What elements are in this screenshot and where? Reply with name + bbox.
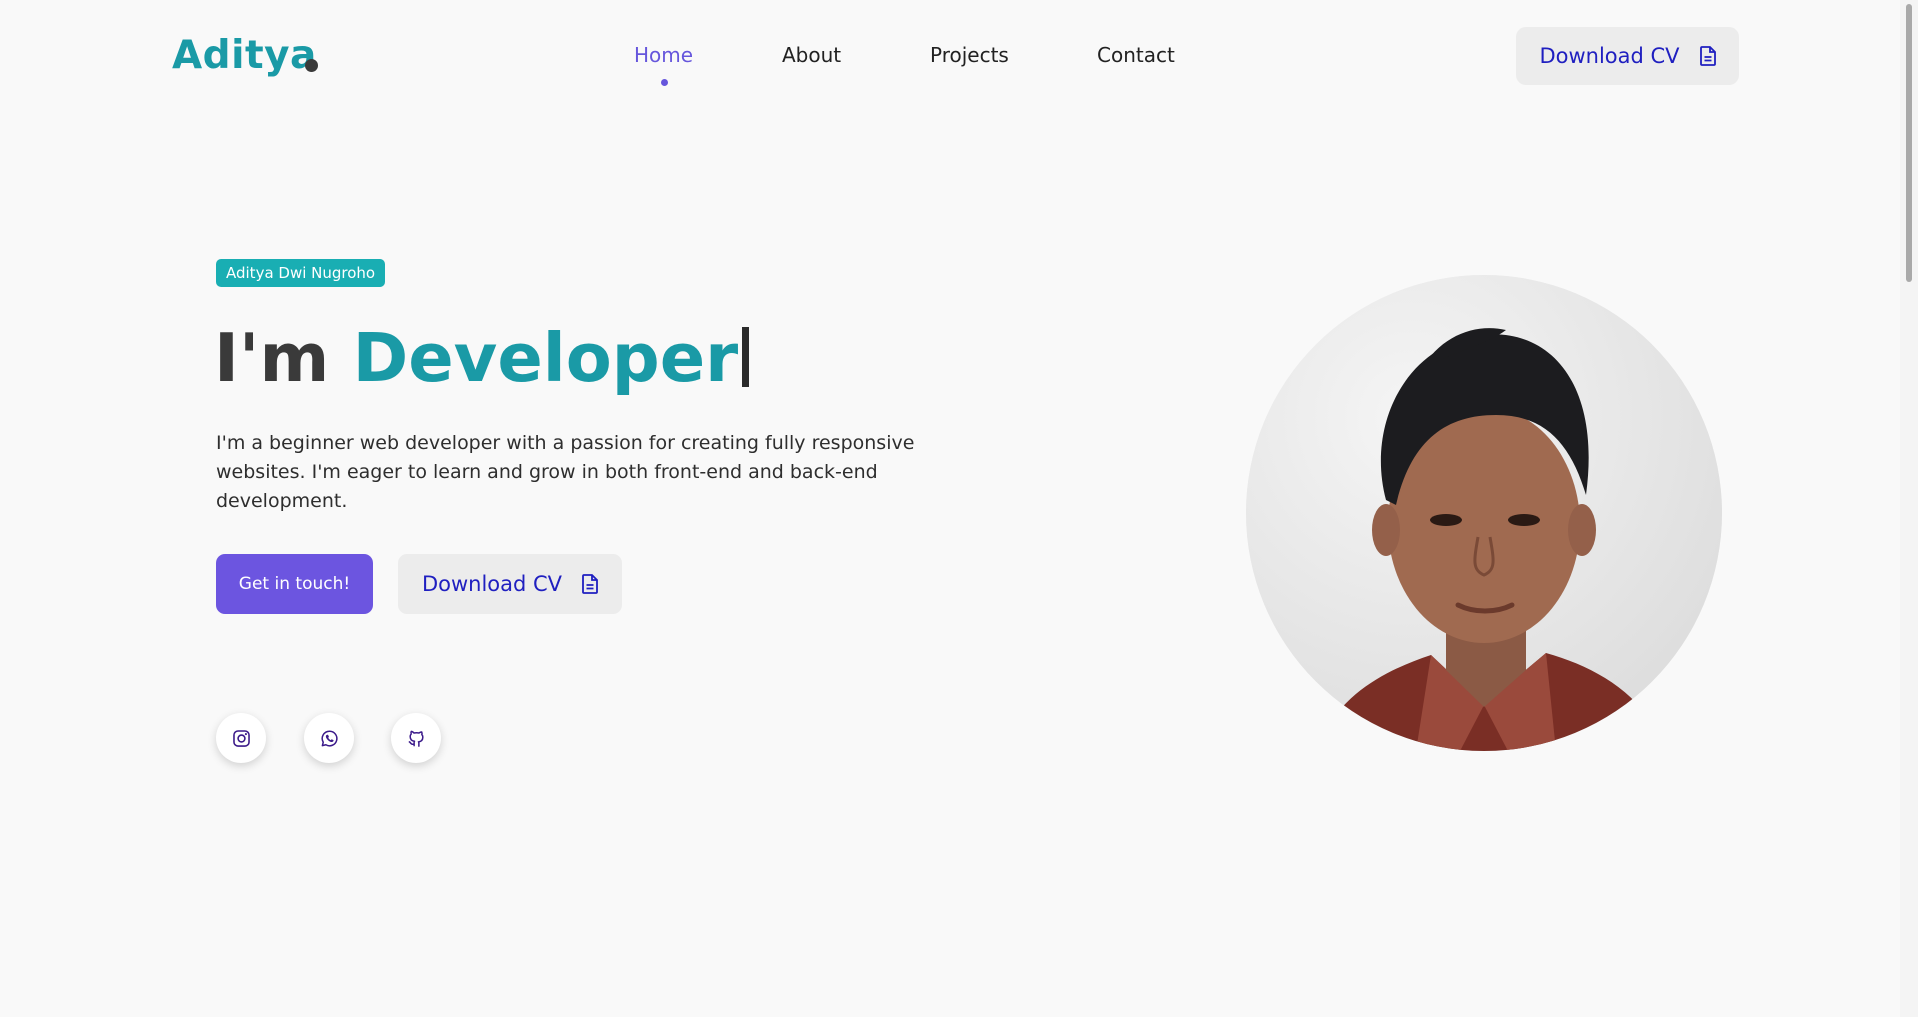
download-cv-label: Download CV (421, 572, 563, 596)
nav-projects[interactable]: Projects (930, 40, 1009, 70)
download-cv-label: Download CV (1539, 44, 1680, 68)
typing-cursor (742, 327, 750, 387)
github-link[interactable] (391, 713, 441, 763)
hero-download-cv-button[interactable]: Download CV (398, 554, 622, 614)
get-in-touch-button[interactable]: Get in touch! (216, 554, 373, 614)
document-icon (1699, 46, 1716, 66)
whatsapp-icon (320, 729, 338, 747)
hero-title: I'm Developer (214, 318, 750, 398)
scrollbar-thumb[interactable] (1906, 4, 1912, 282)
nav-contact[interactable]: Contact (1097, 40, 1175, 70)
profile-photo-illustration (1246, 275, 1722, 751)
hero-title-highlight: Developer (352, 319, 739, 397)
instagram-icon (232, 729, 250, 747)
document-icon (582, 574, 598, 594)
whatsapp-link[interactable] (304, 713, 354, 763)
profile-photo (1246, 275, 1722, 751)
nav-active-indicator (661, 79, 668, 86)
hero-description: I'm a beginner web developer with a pass… (216, 432, 915, 512)
hero-title-prefix: I'm (214, 319, 330, 397)
nav-home[interactable]: Home (634, 40, 693, 70)
instagram-link[interactable] (216, 713, 266, 763)
site-header: Aditya Home About Projects Contact Downl… (0, 0, 1900, 112)
name-badge: Aditya Dwi Nugroho (216, 259, 386, 287)
page-scrollbar[interactable] (1900, 0, 1918, 1017)
header-download-cv-button[interactable]: Download CV (1516, 27, 1739, 85)
nav-about[interactable]: About (782, 40, 841, 70)
github-icon (408, 730, 424, 747)
